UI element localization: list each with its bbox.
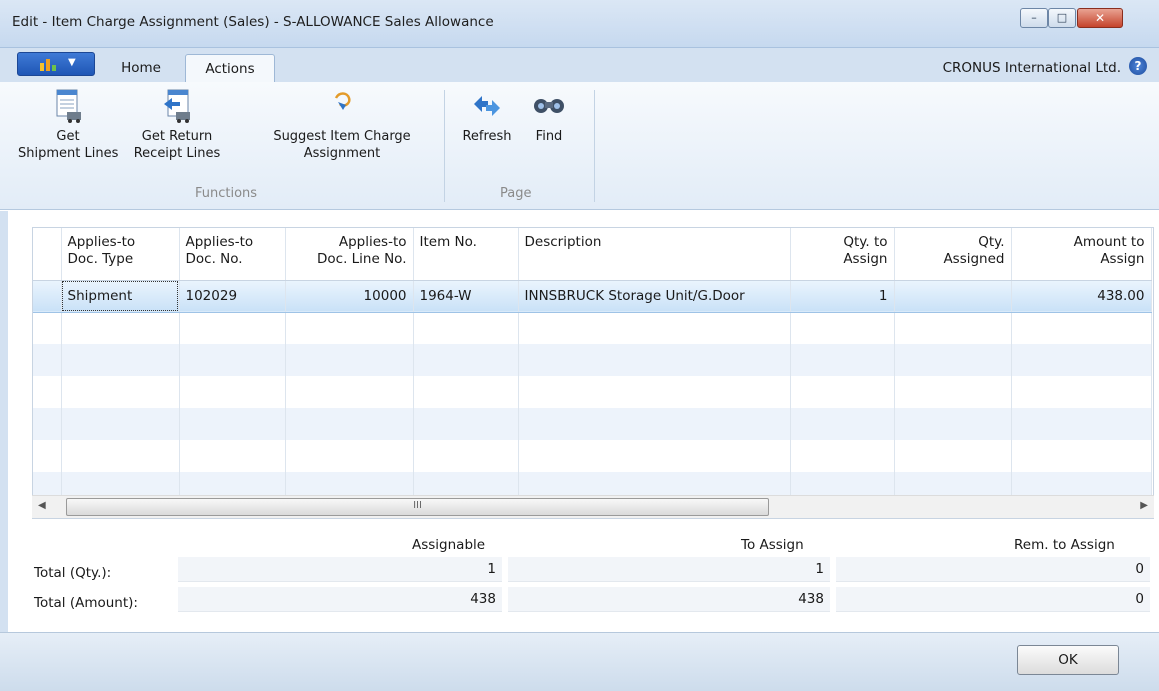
- suggest-item-charge-label-2: Assignment: [303, 146, 381, 161]
- table-row-empty[interactable]: [33, 344, 1152, 376]
- column-header-doc-type[interactable]: Applies-to Doc. Type: [61, 228, 180, 281]
- ok-button[interactable]: OK: [1017, 645, 1119, 675]
- assignable-header: Assignable: [412, 537, 486, 553]
- minimize-button[interactable]: –: [1020, 8, 1048, 28]
- find-button[interactable]: Find: [524, 88, 574, 145]
- total-amount-label: Total (Amount):: [34, 595, 138, 611]
- get-return-receipt-lines-label-1: Get Return: [141, 129, 213, 144]
- binoculars-icon: [534, 99, 564, 113]
- rem-to-assign-header: Rem. to Assign: [1014, 537, 1115, 553]
- horizontal-scrollbar[interactable]: ◀ III ▶: [32, 495, 1154, 518]
- group-separator: [444, 90, 445, 202]
- application-menu-button[interactable]: ▼: [17, 52, 95, 76]
- scroll-right-icon[interactable]: ▶: [1140, 500, 1148, 511]
- functions-group-label: Functions: [195, 186, 258, 201]
- column-header-doc-line-no[interactable]: Applies-to Doc. Line No.: [285, 228, 414, 281]
- get-return-receipt-lines-label-2: Receipt Lines: [133, 146, 221, 161]
- minimize-icon: –: [1031, 11, 1037, 24]
- column-header-item-no[interactable]: Item No.: [413, 228, 519, 281]
- table-row[interactable]: Shipment 102029 10000 1964-W INNSBRUCK S…: [33, 279, 1152, 313]
- total-amount-assignable: 438: [178, 587, 502, 612]
- chevron-down-icon: ▼: [68, 57, 76, 68]
- group-separator: [594, 90, 595, 202]
- column-header-doc-no[interactable]: Applies-to Doc. No.: [179, 228, 286, 281]
- total-amount-rem-to-assign: 0: [836, 587, 1150, 612]
- cell-amount-to-assign[interactable]: 438.00: [1011, 279, 1152, 313]
- close-icon: ✕: [1094, 11, 1106, 25]
- suggest-item-charge-assignment-button[interactable]: Suggest Item Charge Assignment: [252, 88, 432, 162]
- item-charge-assignment-grid: Applies-to Doc. Type Applies-to Doc. No. A…: [32, 227, 1154, 519]
- table-row-empty[interactable]: [33, 408, 1152, 440]
- column-header-description[interactable]: Description: [518, 228, 791, 281]
- maximize-icon: □: [1056, 11, 1068, 24]
- tab-home[interactable]: Home: [104, 54, 178, 82]
- get-shipment-lines-button[interactable]: Get Shipment Lines: [18, 88, 118, 162]
- grid-header-row: Applies-to Doc. Type Applies-to Doc. No. A…: [33, 228, 1152, 281]
- dialog-footer: OK: [0, 632, 1159, 691]
- column-header-qty-to-assign[interactable]: Qty. to Assign: [790, 228, 895, 281]
- company-name: CRONUS International Ltd.: [942, 60, 1121, 76]
- cell-description[interactable]: INNSBRUCK Storage Unit/G.Door: [518, 279, 791, 313]
- content-area: Applies-to Doc. Type Applies-to Doc. No. A…: [0, 211, 1159, 632]
- total-qty-assignable: 1: [178, 557, 502, 582]
- scrollbar-grip-icon: III: [413, 500, 422, 511]
- document-truck-icon: [56, 89, 81, 123]
- cell-item-no[interactable]: 1964-W: [413, 279, 519, 313]
- total-qty-to-assign: 1: [508, 557, 830, 582]
- get-return-receipt-lines-button[interactable]: Get Return Receipt Lines: [122, 88, 232, 162]
- find-label: Find: [535, 129, 563, 144]
- cell-qty-assigned[interactable]: [894, 279, 1012, 313]
- table-row-empty[interactable]: [33, 440, 1152, 472]
- refresh-icon: [474, 96, 500, 116]
- row-selector-header: [33, 228, 62, 281]
- table-row-empty[interactable]: [33, 312, 1152, 344]
- table-row-empty[interactable]: [33, 376, 1152, 408]
- total-amount-to-assign: 438: [508, 587, 830, 612]
- total-qty-rem-to-assign: 0: [836, 557, 1150, 582]
- cell-doc-no[interactable]: 102029: [179, 279, 286, 313]
- scroll-left-icon[interactable]: ◀: [38, 500, 46, 511]
- document-return-truck-icon: [164, 89, 190, 123]
- help-icon[interactable]: ?: [1129, 57, 1147, 75]
- window-title: Edit - Item Charge Assignment (Sales) - …: [12, 14, 494, 30]
- total-qty-label: Total (Qty.):: [34, 565, 112, 581]
- row-selector[interactable]: [33, 279, 62, 313]
- column-header-qty-assigned[interactable]: Qty. Assigned: [894, 228, 1012, 281]
- cell-doc-type[interactable]: Shipment: [61, 279, 180, 313]
- tab-actions[interactable]: Actions: [185, 54, 275, 82]
- column-header-amount-to-assign[interactable]: Amount to Assign: [1011, 228, 1152, 281]
- close-button[interactable]: ✕: [1077, 8, 1123, 28]
- ribbon-tab-row: ▼ Home Actions CRONUS International Ltd.…: [0, 48, 1159, 82]
- cell-qty-to-assign[interactable]: 1: [790, 279, 895, 313]
- maximize-button[interactable]: □: [1048, 8, 1076, 28]
- cell-doc-line-no[interactable]: 10000: [285, 279, 414, 313]
- to-assign-header: To Assign: [741, 537, 804, 553]
- suggest-item-charge-label-1: Suggest Item Charge: [273, 129, 411, 144]
- refresh-label: Refresh: [462, 129, 512, 144]
- title-bar: Edit - Item Charge Assignment (Sales) - …: [0, 0, 1159, 48]
- dynamics-logo-icon: [40, 59, 56, 71]
- page-group-label: Page: [500, 186, 532, 201]
- get-shipment-lines-label-1: Get: [56, 129, 80, 144]
- suggest-icon: [334, 92, 351, 110]
- get-shipment-lines-label-2: Shipment Lines: [18, 146, 119, 161]
- refresh-button[interactable]: Refresh: [454, 88, 520, 145]
- scrollbar-thumb[interactable]: III: [66, 498, 769, 516]
- ribbon-actions-panel: Get Shipment Lines Get Return Receipt Li…: [0, 82, 1159, 210]
